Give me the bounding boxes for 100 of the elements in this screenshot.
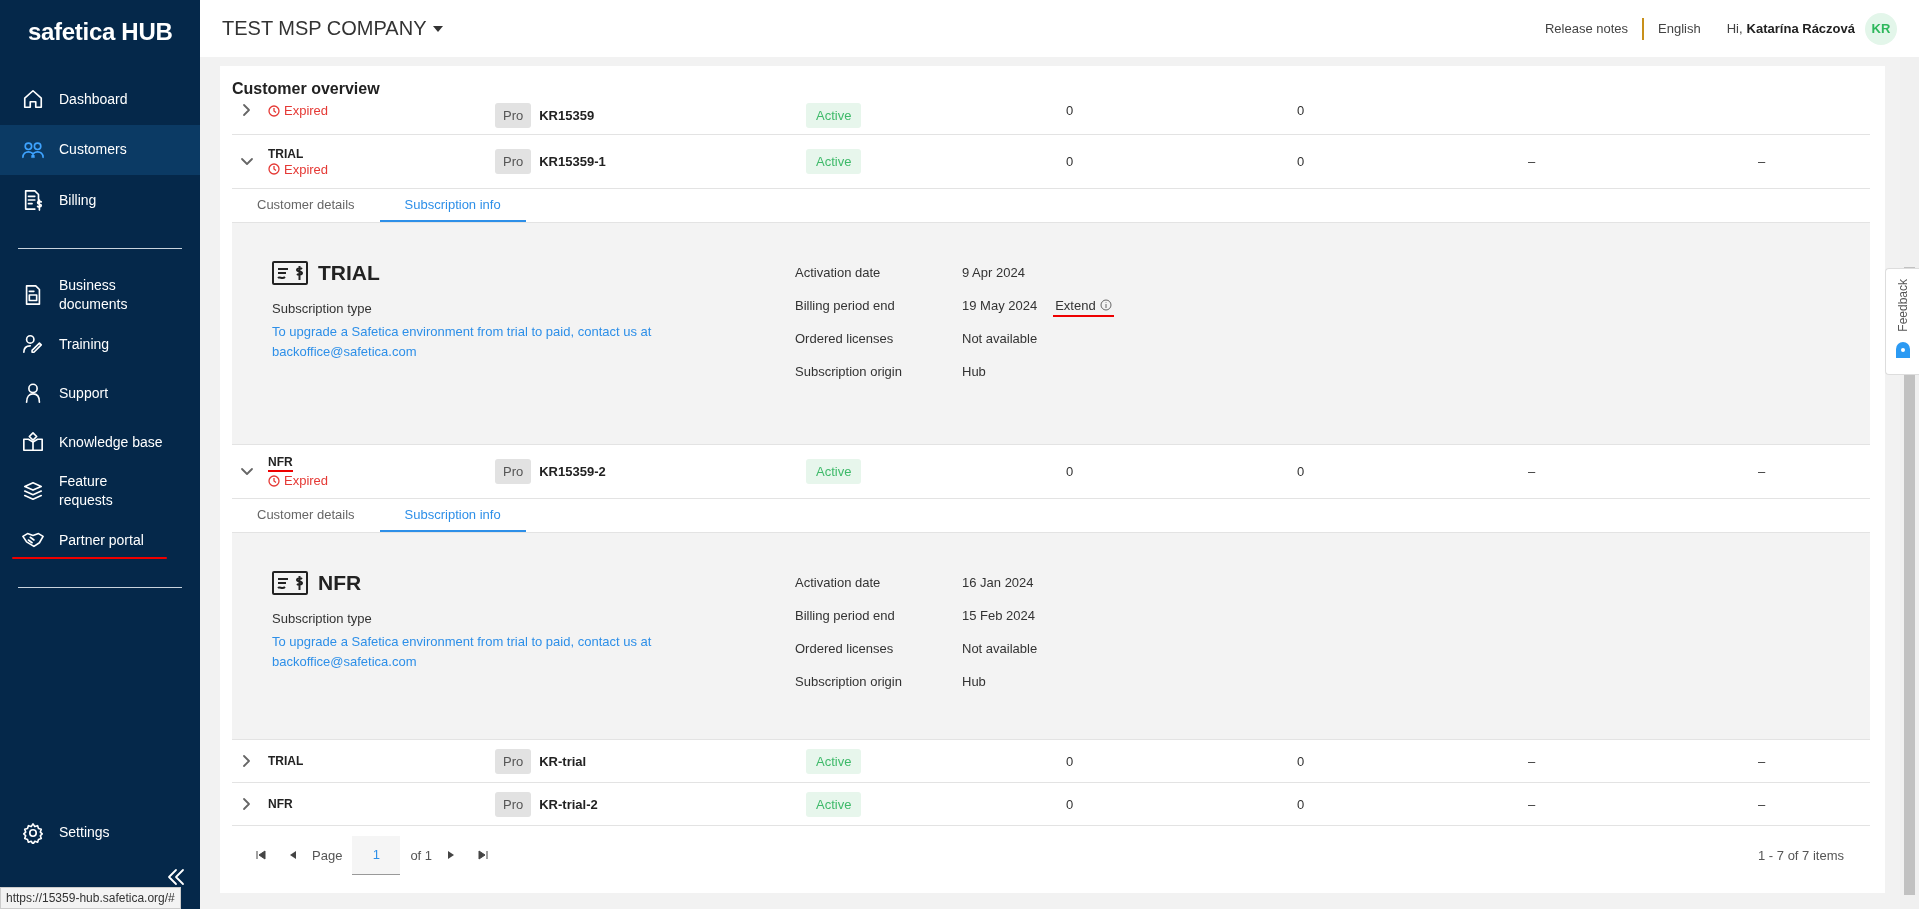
clock-icon xyxy=(268,104,280,117)
field-label: Billing period end xyxy=(795,296,896,315)
license-code: KR15359 xyxy=(539,108,595,123)
home-icon xyxy=(22,88,44,111)
field-value: Not available xyxy=(962,640,1038,656)
subscription-title: NFR xyxy=(318,571,362,595)
field-label: Activation date xyxy=(795,573,882,592)
subscription-name: TRIAL xyxy=(268,754,304,768)
book-icon xyxy=(22,431,44,453)
table-cell-text: – xyxy=(1757,154,1767,169)
tab[interactable]: Customer details xyxy=(232,189,380,222)
clock-icon xyxy=(268,163,280,175)
edition-badge: Pro xyxy=(495,791,532,817)
sidebar-item[interactable]: Training xyxy=(0,319,200,369)
field-label: Subscription origin xyxy=(795,362,903,381)
sidebar-item[interactable]: Support xyxy=(0,368,200,418)
sidebar-item[interactable]: Billing xyxy=(0,175,200,226)
table-cell-text: – xyxy=(1527,154,1537,169)
status-url: https://15359-hub.safetica.org/# xyxy=(0,887,181,909)
table-cell-text: 0 xyxy=(1065,154,1075,169)
receipt-dollar-icon xyxy=(272,261,308,285)
user-name: Katarína Ráczová xyxy=(1745,21,1855,36)
person-pen-icon xyxy=(22,333,44,355)
field-label: Ordered licenses xyxy=(795,639,895,658)
subscription-type-label: Subscription type xyxy=(272,301,373,316)
table-cell-text: 0 xyxy=(1296,154,1306,169)
table-cell-text: 0 xyxy=(1065,796,1075,812)
field-value: 15 Feb 2024 xyxy=(962,607,1035,623)
upgrade-note: To upgrade a Safetica environment from trial to paid, contact us at backoffice@safetica.com xyxy=(272,323,653,361)
feedback-tab[interactable]: Feedback xyxy=(1885,268,1919,375)
expired-status: Expired xyxy=(268,103,495,118)
info-icon xyxy=(1099,299,1112,311)
page-label: Page xyxy=(312,847,343,863)
status-badge: Active xyxy=(806,791,862,817)
chat-bubble-icon xyxy=(1893,339,1912,358)
logo: safetica HUB xyxy=(27,17,174,47)
receipt-dollar-icon xyxy=(272,571,308,595)
items-summary: 1 - 7 of 7 items xyxy=(1758,847,1845,863)
sidebar-item[interactable]: Settings xyxy=(0,808,200,857)
field-value: Hub xyxy=(962,363,986,379)
field-label: Ordered licenses xyxy=(795,329,895,348)
edition-badge: Pro xyxy=(495,459,532,484)
field-value: 9 Apr 2024 xyxy=(962,264,1025,280)
table-cell-text: 0 xyxy=(1296,464,1306,479)
status-badge: Active xyxy=(806,748,862,774)
field-value: 19 May 2024 xyxy=(962,297,1038,313)
license-code: KR15359-2 xyxy=(539,464,606,479)
status-badge: Active xyxy=(806,459,862,484)
status-badge: Active xyxy=(806,103,862,128)
caret-icon xyxy=(432,24,445,33)
subscription-name: NFR xyxy=(268,797,293,811)
field-value: 16 Jan 2024 xyxy=(962,574,1034,590)
subscription-name: TRIAL xyxy=(268,146,304,161)
sidebar-item[interactable]: Partner portal xyxy=(0,515,200,565)
greeting: Hi, xyxy=(1725,21,1743,36)
expired-status: Expired xyxy=(268,473,495,488)
header-link[interactable]: Release notes xyxy=(1530,21,1643,36)
invoice-icon xyxy=(22,189,44,212)
table-cell-text: 0 xyxy=(1065,103,1075,118)
table-cell-text: 0 xyxy=(1296,753,1306,769)
previous-page-icon xyxy=(288,850,298,860)
sidebar-item[interactable]: Business documents xyxy=(0,270,200,320)
page-count: of 1 xyxy=(410,847,433,863)
field-label: Subscription origin xyxy=(795,672,903,691)
tab[interactable]: Customer details xyxy=(232,499,380,532)
license-code: KR15359-1 xyxy=(539,154,606,169)
table-cell-text: 0 xyxy=(1296,796,1306,812)
field-label: Activation date xyxy=(795,263,882,282)
settings-icon xyxy=(22,821,44,844)
collapse-icon[interactable] xyxy=(166,868,186,886)
sidebar-item[interactable]: Knowledge base xyxy=(0,417,200,467)
subscription-type-label: Subscription type xyxy=(272,611,373,626)
table-cell-text: – xyxy=(1757,796,1767,812)
expired-status: Expired xyxy=(268,161,495,177)
sidebar-item[interactable]: Dashboard xyxy=(0,74,200,125)
status-badge: Active xyxy=(806,149,862,174)
field-label: Billing period end xyxy=(795,606,896,625)
last-page-icon xyxy=(478,850,489,860)
sidebar-item[interactable]: Customers xyxy=(0,124,200,175)
table-cell-text: – xyxy=(1527,464,1537,479)
layers-icon xyxy=(22,480,44,502)
company-selector[interactable]: TEST MSP COMPANY xyxy=(222,17,445,40)
license-code: KR-trial-2 xyxy=(539,796,598,812)
table-cell-text: – xyxy=(1527,796,1537,812)
field-value: Hub xyxy=(962,673,986,689)
extend-link[interactable]: Extend xyxy=(1055,297,1112,313)
table-cell-text: 0 xyxy=(1296,103,1306,118)
edition-badge: Pro xyxy=(495,149,532,174)
table-cell-text: – xyxy=(1527,753,1537,769)
table-cell-text: 0 xyxy=(1065,464,1075,479)
subscription-name: NFR xyxy=(268,455,293,472)
page-title: Customer overview xyxy=(232,79,381,99)
edition-badge: Pro xyxy=(495,103,532,128)
first-page-icon xyxy=(256,850,266,860)
table-cell-text: – xyxy=(1757,753,1767,769)
license-code: KR-trial xyxy=(539,753,587,769)
table-cell-text: – xyxy=(1757,464,1767,479)
upgrade-note: To upgrade a Safetica environment from trial to paid, contact us at backoffice@safetica.com xyxy=(272,633,653,671)
header-link[interactable]: English xyxy=(1644,21,1715,36)
sidebar-item[interactable]: Feature requests xyxy=(0,466,200,516)
